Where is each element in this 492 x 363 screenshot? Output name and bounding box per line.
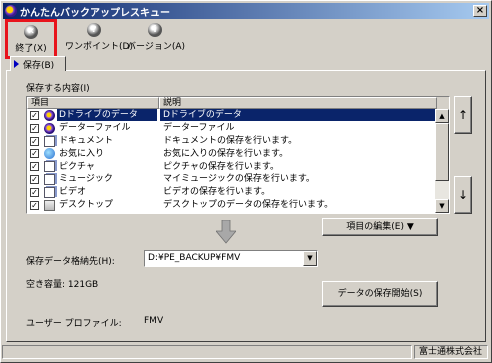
list-item[interactable]: ✓ デスクトップ デスクトップのデータの保存を行います。 (27, 199, 435, 212)
status-bar: 富士通株式会社 (2, 345, 488, 360)
item-checkbox[interactable]: ✓ (30, 149, 39, 159)
exit-button[interactable]: ✕ 終了(X) (5, 19, 57, 59)
play-arrow-icon (14, 60, 19, 68)
info-circle-icon: i (148, 23, 162, 37)
item-description: デスクトップのデータの保存を行います。 (163, 199, 334, 210)
item-description: お気に入りの保存を行います。 (163, 148, 289, 159)
column-header-item[interactable]: 項目 (27, 97, 159, 109)
item-description: ピクチャの保存を行います。 (163, 161, 280, 172)
item-checkbox[interactable]: ✓ (30, 136, 39, 146)
document-icon (44, 186, 55, 198)
toolbar: ✕ 終了(X) ? ワンポイント(D) i バージョン(A) (3, 19, 489, 60)
backup-items-list[interactable]: 項目 説明 ✓ Dドライブのデータ Dドライブのデータ ✓ データーファイル データーファ… (26, 96, 450, 214)
item-checkbox[interactable]: ✓ (30, 174, 39, 184)
item-name: デスクトップ (59, 199, 114, 210)
list-item[interactable]: ✓ ミュージック マイミュージックの保存を行います。 (27, 173, 435, 186)
list-rows: ✓ Dドライブのデータ Dドライブのデータ ✓ データーファイル データーファイル ✓ ドキュ… (27, 109, 435, 211)
item-description: データーファイル (163, 123, 235, 134)
globe-icon (44, 148, 55, 160)
onepoint-label: ワンポイント(D) (65, 42, 133, 52)
item-checkbox[interactable]: ✓ (30, 111, 39, 120)
item-name: ビデオ (59, 187, 87, 198)
title-bar: かんたんバックアップレスキュー × (3, 3, 489, 19)
list-item[interactable]: ✓ ビデオ ビデオの保存を行います。 (27, 186, 435, 199)
item-name: Dドライブのデータ (57, 109, 157, 122)
item-name: ピクチャ (59, 161, 95, 172)
document-icon (44, 135, 55, 147)
destination-label: 保存データ格納先(H): (26, 257, 115, 267)
profile-label: ユーザー プロファイル: (26, 319, 122, 329)
item-checkbox[interactable]: ✓ (30, 123, 39, 133)
item-checkbox[interactable]: ✓ (30, 162, 39, 172)
item-description: ドキュメントの保存を行います。 (163, 135, 298, 146)
list-scrollbar[interactable]: ▲ ▼ (435, 109, 449, 213)
profile-value: FMV (144, 316, 164, 326)
document-icon (44, 161, 55, 173)
status-message (2, 345, 412, 359)
column-header-description[interactable]: 説明 (159, 97, 437, 109)
onepoint-button[interactable]: ? ワンポイント(D) (65, 20, 133, 58)
destination-value: D:¥PE_BACKUP¥FMV (148, 253, 241, 263)
close-circle-icon: ✕ (24, 25, 38, 39)
version-button[interactable]: i バージョン(A) (127, 20, 185, 58)
window-title: かんたんバックアップレスキュー (20, 7, 170, 19)
item-checkbox[interactable]: ✓ (30, 187, 39, 197)
version-label: バージョン(A) (127, 42, 185, 52)
destination-select[interactable]: D:¥PE_BACKUP¥FMV ▼ (144, 250, 318, 267)
item-description: ビデオの保存を行います。 (163, 187, 271, 198)
move-down-button[interactable]: ↓ (454, 176, 472, 214)
item-name: お気に入り (59, 148, 105, 159)
item-name: データーファイル (59, 123, 131, 134)
item-description: マイミュージックの保存を行います。 (163, 174, 315, 185)
page-icon (44, 199, 55, 211)
list-item[interactable]: ✓ ドキュメント ドキュメントの保存を行います。 (27, 135, 435, 148)
window-close-button[interactable]: × (473, 5, 487, 17)
item-checkbox[interactable]: ✓ (30, 200, 39, 210)
dropdown-arrow-icon[interactable]: ▼ (303, 251, 317, 266)
scroll-thumb[interactable] (435, 123, 449, 181)
drive-icon (44, 110, 55, 121)
edit-items-button[interactable]: 項目の編集(E) ▼ (322, 218, 438, 236)
scroll-down-arrow-icon[interactable]: ▼ (435, 199, 449, 213)
free-space-text: 空き容量: 121GB (26, 280, 99, 290)
status-company: 富士通株式会社 (414, 345, 488, 359)
app-icon (5, 5, 17, 17)
exit-label: 終了(X) (15, 44, 47, 54)
drive-icon (44, 122, 55, 134)
item-description: Dドライブのデータ (160, 109, 435, 122)
tab-save-label: 保存(B) (23, 60, 55, 71)
list-item[interactable]: ✓ お気に入り お気に入りの保存を行います。 (27, 147, 435, 160)
start-backup-button[interactable]: データの保存開始(S) (322, 281, 438, 307)
item-name: ドキュメント (59, 135, 114, 146)
tab-save[interactable]: 保存(B) (10, 56, 66, 71)
contents-label: 保存する内容(I) (26, 84, 90, 94)
list-item[interactable]: ✓ データーファイル データーファイル (27, 122, 435, 135)
list-item[interactable]: ✓ ピクチャ ピクチャの保存を行います。 (27, 160, 435, 173)
item-name: ミュージック (59, 174, 113, 185)
question-circle-icon: ? (87, 23, 101, 37)
document-icon (44, 173, 55, 185)
list-item[interactable]: ✓ Dドライブのデータ Dドライブのデータ (27, 109, 435, 122)
down-arrow-icon (216, 220, 236, 244)
scroll-up-arrow-icon[interactable]: ▲ (435, 109, 449, 123)
move-up-button[interactable]: ↑ (454, 96, 472, 134)
list-header: 項目 説明 (27, 97, 449, 109)
